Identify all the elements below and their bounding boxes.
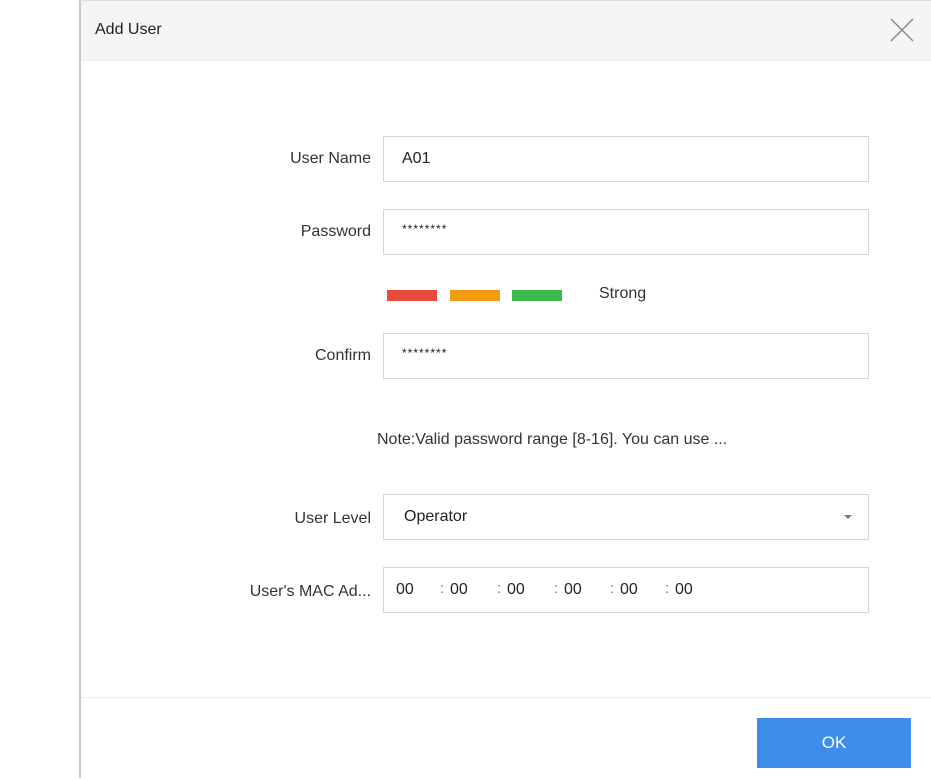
strength-bar-strong bbox=[512, 290, 562, 301]
strength-bar-weak bbox=[387, 290, 437, 301]
password-label: Password bbox=[300, 223, 371, 240]
close-icon[interactable] bbox=[889, 17, 915, 43]
mac-separator: : bbox=[665, 580, 670, 597]
password-input[interactable]: ******** bbox=[383, 209, 869, 255]
strength-bar-medium bbox=[450, 290, 500, 301]
strength-label: Strong bbox=[599, 285, 647, 302]
dialog-titlebar: Add User bbox=[81, 1, 931, 61]
chevron-down-icon[interactable] bbox=[844, 515, 852, 519]
mac-separator: : bbox=[497, 580, 502, 597]
password-note: Note:Valid password range [8-16]. You ca… bbox=[377, 431, 728, 448]
user-level-select[interactable]: Operator bbox=[383, 494, 869, 540]
ok-button[interactable]: OK bbox=[757, 718, 911, 768]
mac-separator: : bbox=[440, 580, 445, 597]
dialog-title: Add User bbox=[95, 21, 162, 38]
mac-address-label: User's MAC Ad... bbox=[249, 583, 371, 600]
mac-address-input[interactable]: 00 : 00 : 00 : 00 : 00 : 00 bbox=[383, 567, 869, 613]
user-name-value: A01 bbox=[402, 150, 431, 167]
user-level-label: User Level bbox=[294, 510, 371, 527]
user-name-input[interactable]: A01 bbox=[383, 136, 869, 182]
add-user-dialog: Add User User Name A01 Password ********… bbox=[79, 0, 931, 780]
mac-segment-2[interactable]: 00 bbox=[450, 581, 468, 599]
dialog-footer: OK bbox=[81, 697, 931, 780]
mac-separator: : bbox=[610, 580, 615, 597]
confirm-password-value: ******** bbox=[402, 346, 448, 360]
user-level-value: Operator bbox=[404, 508, 468, 525]
mac-segment-6[interactable]: 00 bbox=[675, 581, 693, 599]
confirm-label: Confirm bbox=[314, 347, 371, 364]
confirm-password-input[interactable]: ******** bbox=[383, 333, 869, 379]
mac-segment-5[interactable]: 00 bbox=[620, 581, 638, 599]
user-name-label: User Name bbox=[290, 150, 371, 167]
mac-segment-1[interactable]: 00 bbox=[396, 581, 414, 599]
password-value: ******** bbox=[402, 222, 448, 236]
mac-separator: : bbox=[554, 580, 559, 597]
mac-segment-4[interactable]: 00 bbox=[564, 581, 582, 599]
mac-segment-3[interactable]: 00 bbox=[507, 581, 525, 599]
